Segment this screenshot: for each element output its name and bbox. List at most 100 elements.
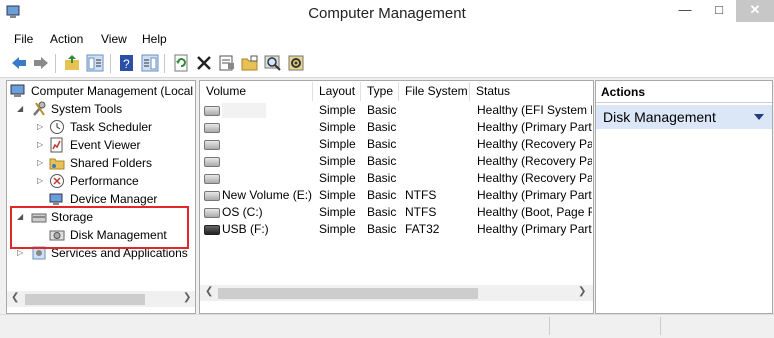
menu-action[interactable]: Action (50, 32, 83, 46)
menu-bar: File Action View Help (0, 29, 774, 49)
column-header-type[interactable]: Type (361, 82, 399, 101)
column-header-layout[interactable]: Layout (313, 82, 361, 101)
actions-pane: Actions Disk Management (595, 80, 773, 314)
scroll-left-icon[interactable]: ❮ (205, 286, 213, 297)
settings-icon[interactable] (287, 54, 305, 72)
disk-icon (204, 140, 220, 150)
minimize-button[interactable]: — (668, 0, 702, 22)
scrollbar-thumb[interactable] (25, 294, 145, 305)
navigation-tree: Computer Management (Local ◢ System Tool… (6, 80, 196, 314)
cell-layout: Simple (319, 188, 356, 202)
menu-view[interactable]: View (101, 32, 127, 46)
expand-arrow-icon[interactable]: ▷ (37, 176, 43, 185)
help-icon[interactable]: ? (118, 54, 136, 72)
up-folder-icon[interactable] (63, 54, 81, 72)
tree-horizontal-scrollbar[interactable]: ❮ ❯ (7, 291, 195, 307)
dropdown-arrow-icon[interactable] (754, 114, 764, 120)
tree-label: System Tools (51, 102, 123, 116)
cell-status: Healthy (Primary Part (477, 188, 592, 202)
shared-folder-icon (49, 158, 65, 170)
cell-volume: OS (C:) (222, 205, 263, 219)
cell-type: Basic (367, 137, 397, 151)
disk-icon (204, 191, 220, 201)
column-header-file-system[interactable]: File System (399, 82, 470, 101)
cell-type: Basic (367, 188, 397, 202)
tree-label: Performance (70, 174, 139, 188)
expand-arrow-icon[interactable]: ▷ (37, 140, 43, 149)
column-header-volume[interactable]: Volume (200, 82, 313, 101)
computer-management-icon (10, 84, 25, 97)
disk-icon (204, 208, 220, 218)
scroll-left-icon[interactable]: ❮ (11, 292, 19, 303)
cell-layout: Simple (319, 103, 356, 117)
table-row[interactable]: OS (C:) Simple Basic NTFS Healthy (Boot,… (200, 204, 593, 221)
table-row[interactable]: Simple Basic Healthy (Recovery Pa (200, 170, 593, 187)
usb-drive-icon (204, 225, 220, 235)
cell-file-system: NTFS (405, 205, 437, 219)
show-hide-tree-icon[interactable] (86, 54, 104, 72)
tree-label: Task Scheduler (70, 120, 153, 134)
disk-icon (204, 174, 220, 184)
scrollbar-thumb[interactable] (218, 288, 478, 299)
properties-icon[interactable] (218, 54, 236, 72)
expand-arrow-icon[interactable]: ▷ (17, 248, 23, 257)
expand-arrow-icon[interactable]: ▷ (37, 158, 43, 167)
search-icon[interactable] (264, 54, 282, 72)
cell-type: Basic (367, 120, 397, 134)
close-button[interactable]: ✕ (736, 0, 774, 22)
cell-type: Basic (367, 171, 397, 185)
column-header-status[interactable]: Status (470, 82, 593, 101)
cell-type: Basic (367, 154, 397, 168)
cell-status: Healthy (Recovery Pa (477, 154, 592, 168)
cell-file-system: FAT32 (405, 222, 440, 236)
open-folder-icon[interactable] (241, 54, 259, 72)
delete-icon[interactable] (195, 54, 213, 72)
cell-layout: Simple (319, 222, 356, 236)
scroll-right-icon[interactable]: ❯ (183, 292, 191, 303)
tree-label: Computer Management (Local (31, 84, 194, 98)
actions-header: Actions (596, 81, 772, 103)
cell-volume: USB (F:) (222, 222, 269, 236)
maximize-button[interactable]: □ (702, 0, 736, 22)
cell-layout: Simple (319, 205, 356, 219)
actions-disk-management[interactable]: Disk Management (596, 105, 772, 129)
disk-icon (204, 106, 220, 116)
volume-list: Volume Layout Type File System Status Si… (199, 80, 594, 314)
tree-label: Device Manager (70, 192, 158, 206)
back-icon[interactable] (10, 54, 28, 72)
toolbar-separator (164, 54, 165, 73)
clock-icon (50, 120, 64, 134)
toolbar-separator (110, 54, 111, 73)
status-separator (660, 317, 661, 335)
actions-item-label: Disk Management (603, 109, 716, 125)
disk-icon (204, 157, 220, 167)
table-row[interactable]: Simple Basic Healthy (Primary Part (200, 119, 593, 136)
tools-icon (33, 101, 46, 116)
expand-arrow-icon[interactable]: ▷ (37, 122, 43, 131)
performance-icon (50, 174, 64, 188)
list-horizontal-scrollbar[interactable]: ❮ ❯ (200, 285, 593, 301)
tree-label: Shared Folders (70, 156, 153, 170)
cell-status: Healthy (Boot, Page F (477, 205, 592, 219)
disk-icon (204, 123, 220, 133)
cell-status: Healthy (Recovery Pa (477, 137, 592, 151)
menu-file[interactable]: File (14, 32, 33, 46)
show-hide-action-pane-icon[interactable] (141, 54, 159, 72)
title-bar: Computer Management — □ ✕ (0, 0, 774, 30)
refresh-icon[interactable] (172, 54, 190, 72)
table-row[interactable]: USB (F:) Simple Basic FAT32 Healthy (Pri… (200, 221, 593, 238)
cell-type: Basic (367, 222, 397, 236)
cell-layout: Simple (319, 171, 356, 185)
table-row[interactable]: New Volume (E:) Simple Basic NTFS Health… (200, 187, 593, 204)
table-row[interactable]: Simple Basic Healthy (EFI System P (200, 102, 593, 119)
collapse-arrow-icon[interactable]: ◢ (17, 104, 23, 113)
cell-layout: Simple (319, 120, 356, 134)
menu-help[interactable]: Help (142, 32, 167, 46)
table-row[interactable]: Simple Basic Healthy (Recovery Pa (200, 153, 593, 170)
table-row[interactable]: Simple Basic Healthy (Recovery Pa (200, 136, 593, 153)
forward-icon[interactable] (32, 54, 50, 72)
scroll-right-icon[interactable]: ❯ (578, 286, 586, 297)
status-bar (0, 314, 774, 338)
event-viewer-icon (50, 137, 63, 153)
cell-type: Basic (367, 205, 397, 219)
